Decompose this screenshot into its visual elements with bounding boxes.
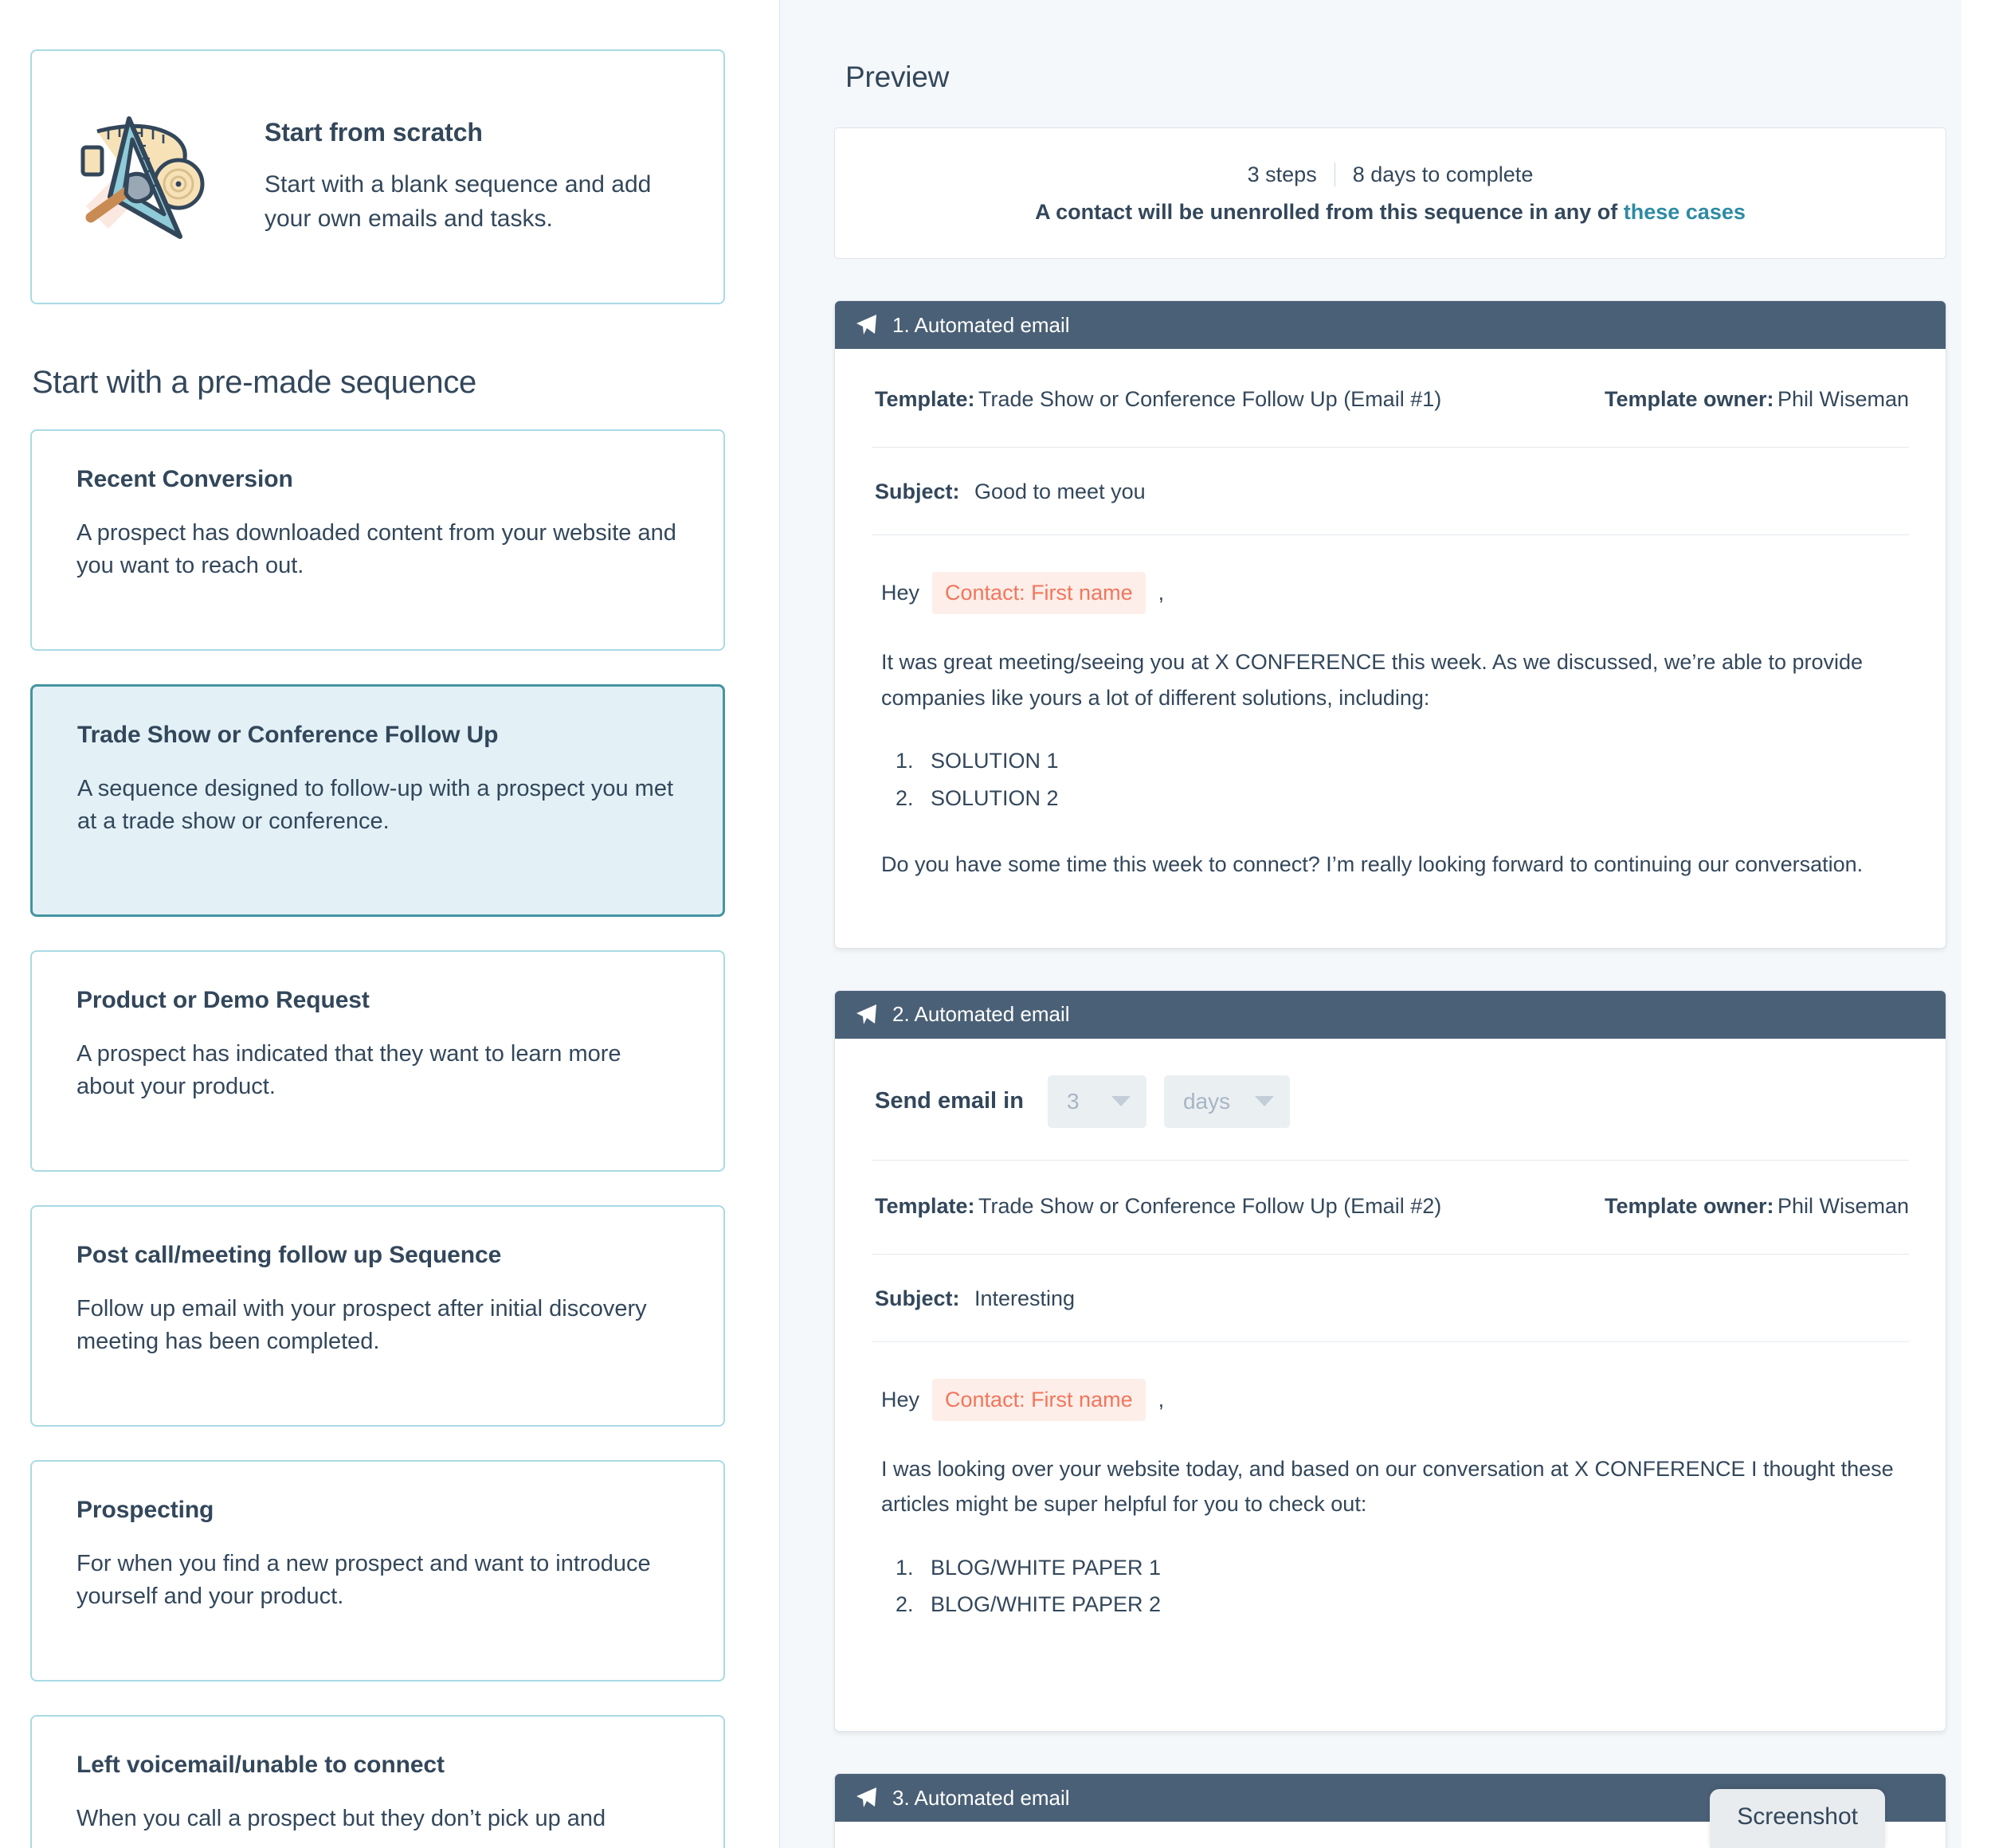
delay-unit-dropdown[interactable]: days [1163, 1075, 1290, 1128]
email-paragraph-1: It was great meeting/seeing you at X CON… [881, 650, 1864, 710]
start-from-scratch-card[interactable]: Start from scratch Start with a blank se… [30, 49, 725, 304]
greeting-line: Hey Contact: First name , [881, 1378, 1906, 1421]
sequence-card-title: Product or Demo Request [76, 987, 370, 1013]
template-owner-value: Phil Wiseman [1777, 387, 1909, 411]
sequence-summary-stats: 3 steps 8 days to complete [1247, 162, 1534, 187]
personalization-token[interactable]: Contact: First name [932, 572, 1146, 614]
step-header-label: 3. Automated email [892, 1785, 1070, 1810]
template-value: Trade Show or Conference Follow Up (Emai… [978, 387, 1442, 411]
list-item: BLOG/WHITE PAPER 2 [919, 1586, 1906, 1623]
list-item: BLOG/WHITE PAPER 1 [919, 1549, 1906, 1586]
template-owner-info: Template owner: Phil Wiseman [1605, 387, 1909, 412]
sequence-card-title: Trade Show or Conference Follow Up [77, 722, 499, 748]
template-owner-info: Template owner: Phil Wiseman [1605, 1194, 1909, 1219]
greeting-comma: , [1158, 581, 1165, 605]
chevron-down-icon [1254, 1096, 1274, 1107]
duration-label: 8 days to complete [1352, 162, 1534, 186]
sequence-step-card-2: 2. Automated email Send email in 3 days [834, 989, 1946, 1732]
these-cases-link[interactable]: these cases [1624, 200, 1746, 224]
unenroll-note: A contact will be unenrolled from this s… [1035, 200, 1746, 225]
sequence-card-title: Post call/meeting follow up Sequence [76, 1242, 502, 1268]
sequence-card-recent-conversion[interactable]: Recent Conversion A prospect has downloa… [30, 429, 725, 651]
sequence-card-prospecting[interactable]: Prospecting For when you find a new pros… [30, 1460, 725, 1682]
chevron-down-icon [1111, 1096, 1131, 1107]
email-body: Hey Contact: First name , It was great m… [872, 535, 1909, 948]
sequence-summary-card: 3 steps 8 days to complete A contact wil… [834, 127, 1946, 259]
step-header-label: 1. Automated email [892, 312, 1070, 337]
subject-key: Subject: [875, 480, 960, 503]
template-info: Template: Trade Show or Conference Follo… [875, 1194, 1441, 1219]
greeting-text: Hey [881, 581, 920, 605]
ruler-hammer-illustration-icon [69, 101, 236, 253]
subject-value: Good to meet you [974, 480, 1146, 503]
sequence-card-post-call-meeting-follow-up-sequence[interactable]: Post call/meeting follow up Sequence Fol… [30, 1205, 725, 1427]
preview-panel: Preview 3 steps 8 days to complete A con… [779, 0, 1962, 1848]
greeting-text: Hey [881, 1387, 920, 1411]
paper-plane-icon [854, 1786, 878, 1810]
email-list: BLOG/WHITE PAPER 1 BLOG/WHITE PAPER 2 [919, 1549, 1906, 1623]
list-item: SOLUTION 1 [919, 742, 1906, 779]
delay-unit-value: days [1182, 1088, 1231, 1114]
subject-row: Subject: Interesting [872, 1255, 1909, 1342]
sequence-card-left-voicemail-unable-to-connect[interactable]: Left voicemail/unable to connect When yo… [30, 1715, 725, 1848]
email-body: Hey Contact: First name , I was looking … [872, 1342, 1909, 1732]
sequence-card-product-or-demo-request[interactable]: Product or Demo Request A prospect has i… [30, 950, 725, 1172]
sequence-card-trade-show-or-conference-follow-up[interactable]: Trade Show or Conference Follow Up A seq… [30, 684, 725, 917]
subject-value: Interesting [974, 1286, 1076, 1310]
template-owner-key: Template owner: [1604, 387, 1774, 411]
start-from-scratch-title: Start from scratch [265, 117, 483, 147]
sequence-card-description: A sequence designed to follow-up with a … [77, 776, 674, 835]
start-from-scratch-text: Start from scratch Start with a blank se… [265, 118, 695, 236]
template-list-panel: Start from scratch Start with a blank se… [0, 0, 779, 1848]
sequence-card-title: Recent Conversion [76, 466, 293, 492]
sequence-card-description: For when you find a new prospect and wan… [76, 1551, 651, 1610]
personalization-token[interactable]: Contact: First name [932, 1378, 1146, 1421]
step-header: 1. Automated email [835, 301, 1946, 349]
sequence-card-description: Follow up email with your prospect after… [76, 1296, 647, 1355]
sequence-card-description: A prospect has indicated that they want … [76, 1041, 621, 1100]
template-owner-value: Phil Wiseman [1777, 1193, 1909, 1218]
unenroll-text: A contact will be unenrolled from this s… [1035, 199, 1624, 224]
template-key: Template: [875, 1193, 975, 1218]
template-meta-row: Template: Trade Show or Conference Follo… [872, 349, 1909, 448]
email-paragraph-2: Do you have some time this week to conne… [881, 852, 1864, 876]
premade-section-title: Start with a pre-made sequence [32, 365, 476, 400]
sequence-card-description: A prospect has downloaded content from y… [76, 520, 676, 579]
subject-row: Subject: Good to meet you [872, 448, 1909, 535]
paper-plane-icon [854, 1003, 878, 1027]
template-value: Trade Show or Conference Follow Up (Emai… [978, 1193, 1442, 1218]
step-body: Template: Trade Show or Conference Follo… [835, 349, 1946, 948]
delay-number-value: 3 [1066, 1088, 1080, 1114]
paper-plane-icon [854, 313, 878, 337]
list-item: SOLUTION 2 [919, 780, 1906, 816]
template-info: Template: Trade Show or Conference Follo… [875, 387, 1441, 412]
step-header: 2. Automated email [835, 990, 1946, 1039]
sequence-card-title: Prospecting [76, 1497, 214, 1523]
step-header-label: 2. Automated email [892, 1002, 1070, 1027]
sequence-card-description: When you call a prospect but they don’t … [76, 1806, 606, 1831]
delay-number-dropdown[interactable]: 3 [1047, 1075, 1146, 1128]
template-owner-key: Template owner: [1604, 1193, 1774, 1218]
start-from-scratch-description: Start with a blank sequence and add your… [265, 170, 652, 232]
send-delay-row: Send email in 3 days [872, 1039, 1909, 1160]
step-body: Send email in 3 days Template: Trade Sho… [835, 1039, 1946, 1732]
subject-key: Subject: [875, 1286, 960, 1310]
preview-title: Preview [845, 61, 950, 93]
template-meta-row: Template: Trade Show or Conference Follo… [872, 1159, 1909, 1255]
screenshot-button[interactable]: Screenshot [1710, 1789, 1885, 1848]
sequence-step-card-1: 1. Automated email Template: Trade Show … [834, 300, 1946, 949]
greeting-line: Hey Contact: First name , [881, 572, 1906, 614]
steps-count: 3 steps [1247, 162, 1317, 186]
sequence-template-chooser: Start from scratch Start with a blank se… [0, 0, 1995, 1848]
greeting-comma: , [1158, 1387, 1165, 1411]
email-list: SOLUTION 1 SOLUTION 2 [919, 742, 1906, 816]
template-key: Template: [875, 387, 975, 411]
sequence-card-title: Left voicemail/unable to connect [76, 1752, 445, 1778]
email-paragraph-1: I was looking over your website today, a… [881, 1456, 1894, 1517]
send-delay-label: Send email in [875, 1088, 1024, 1114]
